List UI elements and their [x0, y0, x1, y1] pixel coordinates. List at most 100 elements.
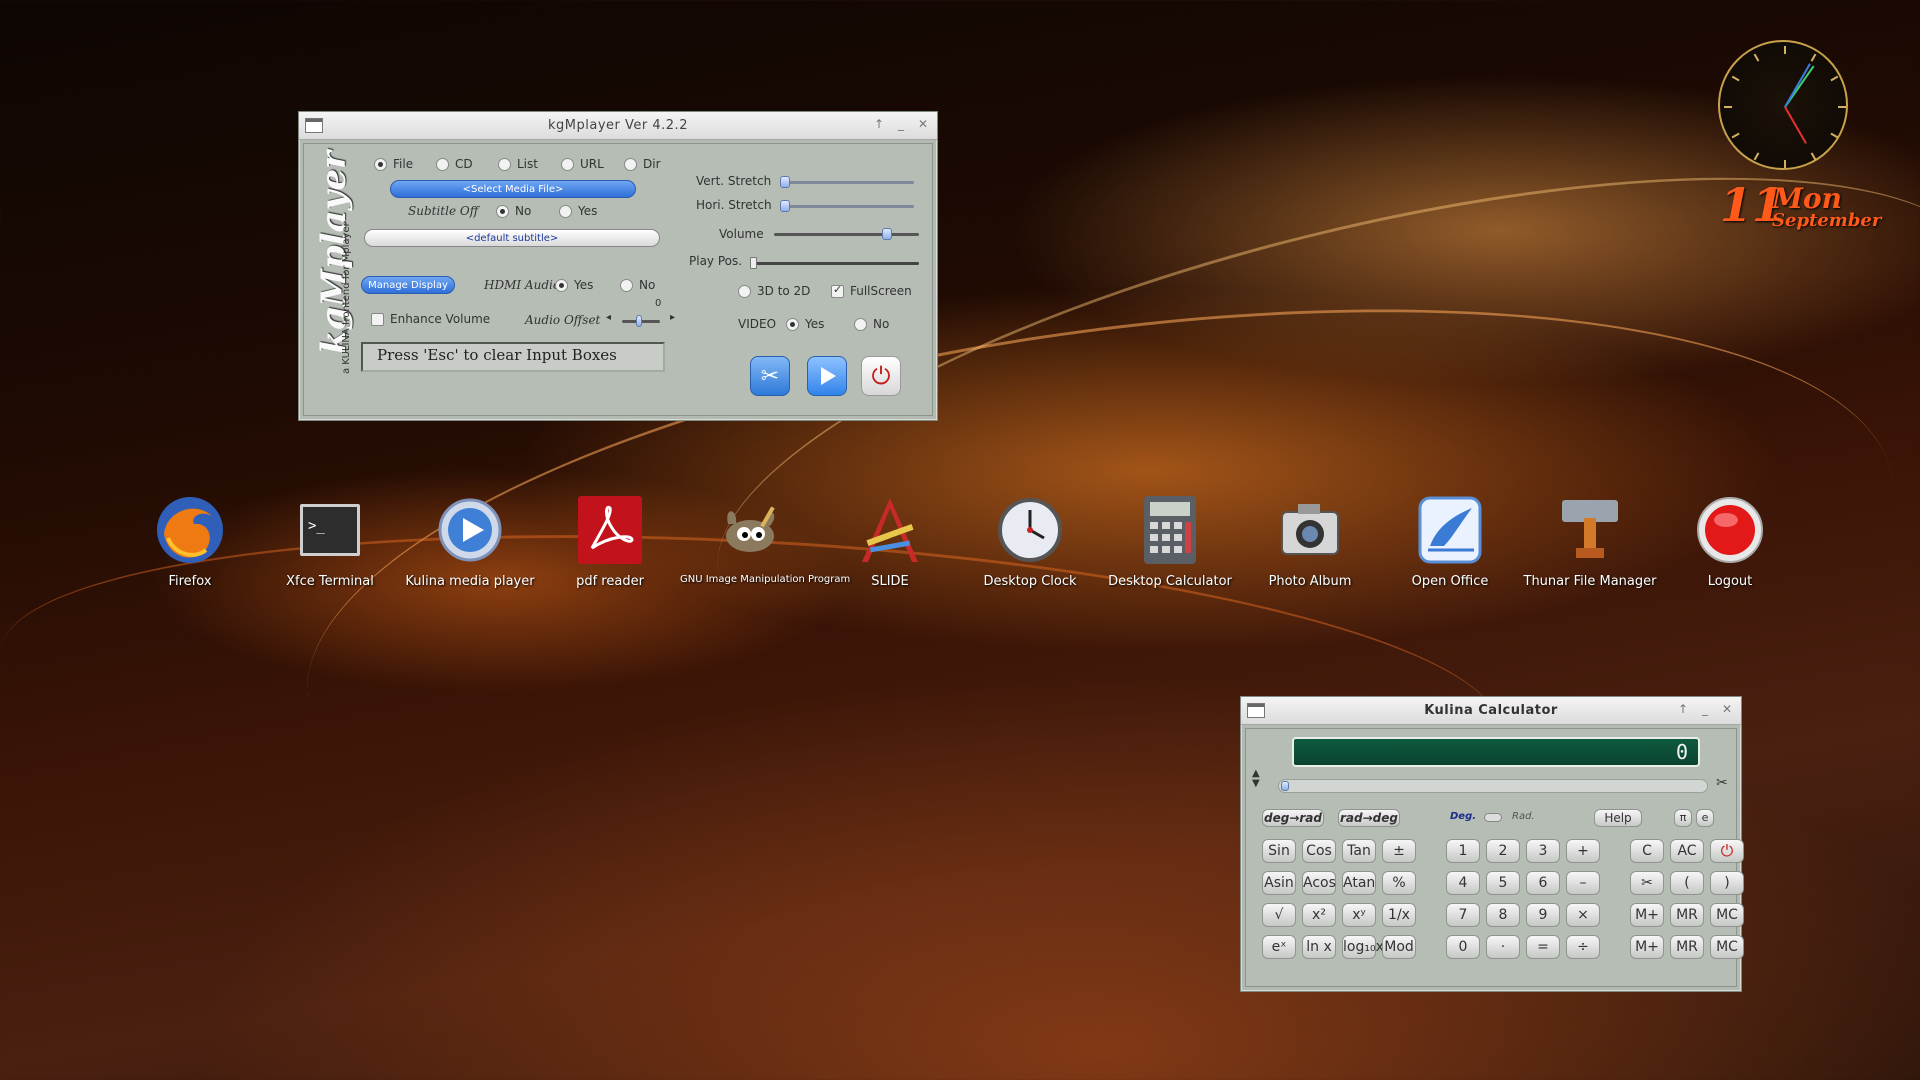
key-open-paren-button[interactable]: (: [1670, 871, 1704, 895]
key-subtract-button[interactable]: –: [1566, 871, 1600, 895]
desktop-icon-desktop-clock[interactable]: Desktop Clock: [960, 494, 1100, 589]
key-0-button[interactable]: 0: [1446, 935, 1480, 959]
deg-to-rad-button[interactable]: deg→rad: [1262, 809, 1324, 827]
key-square-button[interactable]: x²: [1302, 903, 1336, 927]
key-memory-clear-2-button[interactable]: MC: [1710, 935, 1744, 959]
key-7-button[interactable]: 7: [1446, 903, 1480, 927]
key-log10-button[interactable]: log₁₀x: [1342, 935, 1384, 959]
play-button[interactable]: [807, 356, 847, 396]
key-reciprocal-button[interactable]: 1/x: [1382, 903, 1416, 927]
subtitle-yes-radio[interactable]: Yes: [559, 204, 597, 218]
pi-button[interactable]: π: [1674, 809, 1692, 827]
3d-to-2d-checkbox[interactable]: 3D to 2D: [738, 284, 810, 298]
audio-offset-slider[interactable]: [622, 315, 660, 327]
key-plus-minus-button[interactable]: ±: [1382, 839, 1416, 863]
desktop-icon-desktop-calculator[interactable]: Desktop Calculator: [1100, 494, 1240, 589]
key-asin-button[interactable]: Asin: [1262, 871, 1296, 895]
key-clear-button[interactable]: C: [1630, 839, 1664, 863]
key-equals-button[interactable]: =: [1526, 935, 1560, 959]
video-no-radio[interactable]: No: [854, 317, 889, 331]
scissors-icon[interactable]: ✂: [1716, 775, 1728, 791]
desktop-icon-media-player[interactable]: Kulina media player: [400, 494, 540, 589]
rad-to-deg-button[interactable]: rad→deg: [1338, 809, 1400, 827]
key-sqrt-button[interactable]: √: [1262, 903, 1296, 927]
key-atan-button[interactable]: Atan: [1342, 871, 1376, 895]
source-radio-cd[interactable]: CD: [436, 157, 473, 171]
volume-slider[interactable]: [774, 228, 919, 240]
desktop-icon-photo-album[interactable]: Photo Album: [1240, 494, 1380, 589]
minimize-button[interactable]: _: [1699, 702, 1711, 716]
desktop-icon-slide[interactable]: SLIDE: [820, 494, 960, 589]
audio-offset-decrease-button[interactable]: ◂: [606, 312, 611, 323]
key-6-button[interactable]: 6: [1526, 871, 1560, 895]
key-1-button[interactable]: 1: [1446, 839, 1480, 863]
slider-handle[interactable]: [750, 257, 757, 269]
key-9-button[interactable]: 9: [1526, 903, 1560, 927]
key-tan-button[interactable]: Tan: [1342, 839, 1376, 863]
kgmplayer-titlebar[interactable]: kgMplayer Ver 4.2.2 ↑ _ ✕: [299, 112, 937, 140]
key-power-y-button[interactable]: xʸ: [1342, 903, 1376, 927]
hori-stretch-slider[interactable]: [780, 200, 914, 212]
key-cut-button[interactable]: ✂: [1630, 871, 1664, 895]
subtitle-no-radio[interactable]: No: [496, 204, 531, 218]
desktop-icon-gimp[interactable]: GNU Image Manipulation Program: [680, 494, 850, 585]
key-memory-clear-button[interactable]: MC: [1710, 903, 1744, 927]
deg-rad-toggle[interactable]: [1484, 813, 1502, 822]
vert-stretch-slider[interactable]: [780, 176, 914, 188]
key-memory-add-button[interactable]: M+: [1630, 903, 1664, 927]
key-acos-button[interactable]: Acos: [1302, 871, 1336, 895]
history-spin-icon[interactable]: ▲ ▼: [1252, 769, 1260, 789]
key-3-button[interactable]: 3: [1526, 839, 1560, 863]
enhance-volume-checkbox[interactable]: Enhance Volume: [371, 312, 490, 326]
source-radio-dir[interactable]: Dir: [624, 157, 661, 171]
fullscreen-checkbox[interactable]: FullScreen: [831, 283, 912, 298]
quit-button[interactable]: ⏻: [861, 356, 901, 396]
play-position-slider[interactable]: [750, 257, 919, 269]
desktop-icon-logout[interactable]: Logout: [1660, 494, 1800, 589]
key-mod-button[interactable]: Mod: [1382, 935, 1416, 959]
help-button[interactable]: Help: [1594, 809, 1642, 827]
settings-tools-button[interactable]: ✂: [750, 356, 790, 396]
desktop-icon-thunar[interactable]: Thunar File Manager: [1520, 494, 1660, 589]
slider-handle[interactable]: [882, 228, 892, 240]
hdmi-no-radio[interactable]: No: [620, 278, 655, 292]
key-4-button[interactable]: 4: [1446, 871, 1480, 895]
key-power-button[interactable]: ⏻: [1710, 839, 1744, 863]
slider-handle[interactable]: [780, 176, 790, 188]
e-button[interactable]: e: [1696, 809, 1714, 827]
key-2-button[interactable]: 2: [1486, 839, 1520, 863]
audio-offset-increase-button[interactable]: ▸: [670, 312, 675, 323]
key-exp-button[interactable]: eˣ: [1262, 935, 1296, 959]
key-memory-recall-button[interactable]: MR: [1670, 903, 1704, 927]
history-slider[interactable]: [1278, 779, 1708, 793]
key-close-paren-button[interactable]: ): [1710, 871, 1744, 895]
input-hint-box[interactable]: Press 'Esc' to clear Input Boxes: [361, 342, 665, 372]
key-memory-add-2-button[interactable]: M+: [1630, 935, 1664, 959]
select-media-button[interactable]: <Select Media File>: [390, 180, 636, 198]
slider-handle[interactable]: [636, 315, 642, 327]
desktop-icon-open-office[interactable]: Open Office: [1380, 494, 1520, 589]
calculator-titlebar[interactable]: Kulina Calculator ↑ _ ✕: [1241, 697, 1741, 725]
slider-handle[interactable]: [780, 200, 790, 212]
source-radio-url[interactable]: URL: [561, 157, 604, 171]
key-ln-button[interactable]: ln x: [1302, 935, 1336, 959]
key-5-button[interactable]: 5: [1486, 871, 1520, 895]
default-subtitle-button[interactable]: <default subtitle>: [364, 229, 660, 247]
key-add-button[interactable]: +: [1566, 839, 1600, 863]
video-yes-radio[interactable]: Yes: [786, 317, 824, 331]
key-percent-button[interactable]: %: [1382, 871, 1416, 895]
key-cos-button[interactable]: Cos: [1302, 839, 1336, 863]
key-decimal-button[interactable]: ·: [1486, 935, 1520, 959]
hdmi-yes-radio[interactable]: Yes: [555, 278, 593, 292]
slider-handle[interactable]: [1281, 781, 1289, 791]
key-8-button[interactable]: 8: [1486, 903, 1520, 927]
source-radio-file[interactable]: File: [374, 157, 413, 171]
key-divide-button[interactable]: ÷: [1566, 935, 1600, 959]
close-button[interactable]: ✕: [1721, 702, 1733, 716]
desktop-icon-terminal[interactable]: >_ Xfce Terminal: [260, 494, 400, 589]
key-sin-button[interactable]: Sin: [1262, 839, 1296, 863]
maximize-button[interactable]: ↑: [873, 117, 885, 131]
key-multiply-button[interactable]: ×: [1566, 903, 1600, 927]
minimize-button[interactable]: _: [895, 117, 907, 131]
desktop-icon-firefox[interactable]: Firefox: [120, 494, 260, 589]
